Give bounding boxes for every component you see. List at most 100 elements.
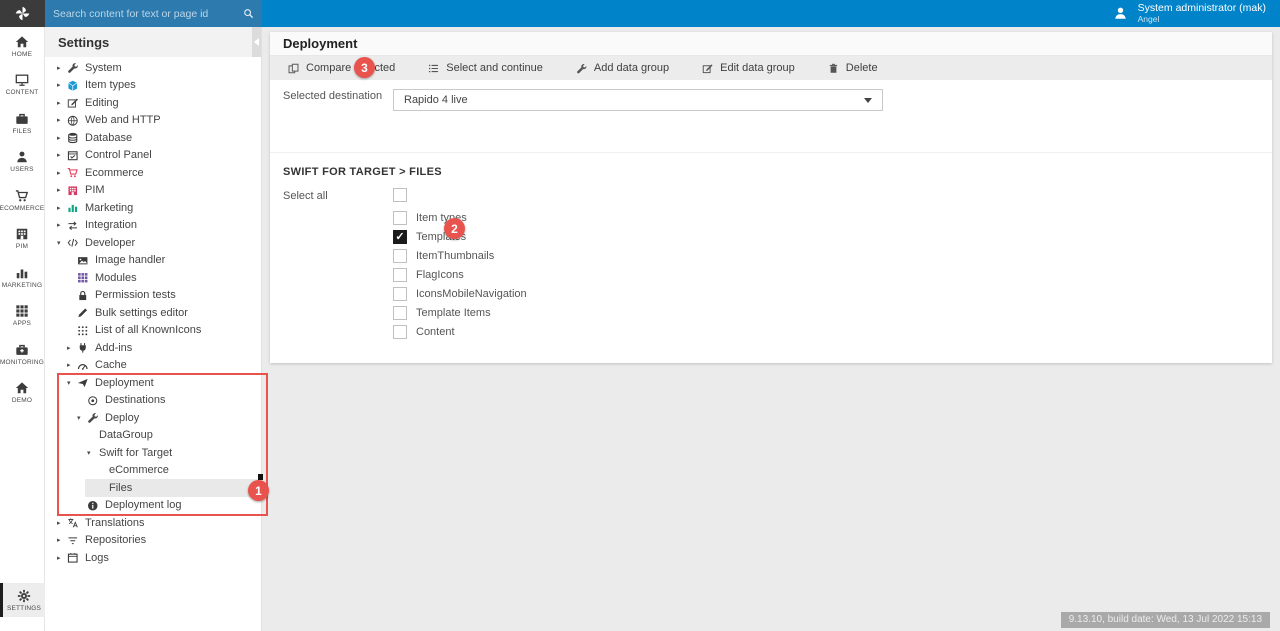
chevron-collapsed-icon[interactable]: ▸ — [57, 81, 67, 89]
tree-item-permission-tests[interactable]: Permission tests — [45, 287, 261, 305]
chevron-collapsed-icon[interactable]: ▸ — [57, 519, 67, 527]
tree-item-image-handler[interactable]: Image handler — [45, 252, 261, 270]
tree-item-datagroup[interactable]: DataGroup — [45, 427, 261, 445]
filter-icon — [67, 535, 83, 547]
sidebar-item-content[interactable]: CONTENT — [0, 66, 44, 105]
select-and-continue-button[interactable]: Select and continue — [428, 62, 543, 74]
tree-item-pim[interactable]: ▸ PIM — [45, 182, 261, 200]
sidebar-item-users[interactable]: USERS — [0, 143, 44, 182]
tree-item-marketing[interactable]: ▸ Marketing — [45, 199, 261, 217]
tree-item-system[interactable]: ▸ System — [45, 59, 261, 77]
tree-item-control-panel[interactable]: ▸ Control Panel — [45, 147, 261, 165]
tree-item-label: Cache — [95, 359, 127, 371]
compare-selected-button[interactable]: Compare selected — [288, 62, 395, 74]
tree-item-add-ins[interactable]: ▸ Add-ins — [45, 339, 261, 357]
chevron-collapsed-icon[interactable]: ▸ — [57, 204, 67, 212]
sidebar-item-monitoring[interactable]: MONITORING — [0, 335, 44, 374]
chevron-expanded-icon[interactable]: ▾ — [77, 414, 87, 422]
chevron-collapsed-icon[interactable]: ▸ — [57, 186, 67, 194]
tree-item-bulk-settings-editor[interactable]: Bulk settings editor — [45, 304, 261, 322]
checkbox-template-items[interactable] — [393, 306, 407, 320]
panel-collapse-handle[interactable] — [252, 27, 261, 57]
chevron-collapsed-icon[interactable]: ▸ — [67, 344, 77, 352]
search-icon[interactable] — [243, 8, 254, 19]
version-info: 9.13.10, build date: Wed, 13 Jul 2022 15… — [1061, 612, 1270, 628]
chevron-collapsed-icon[interactable]: ▸ — [57, 536, 67, 544]
tree-item-label: Deployment log — [105, 499, 181, 511]
tree-item-database[interactable]: ▸ Database — [45, 129, 261, 147]
chevron-collapsed-icon[interactable]: ▸ — [57, 64, 67, 72]
tree-item-label: Ecommerce — [85, 167, 144, 179]
toolbar: Compare selected Select and continue Add… — [270, 56, 1272, 80]
checkbox-templates[interactable]: ✓ — [393, 230, 407, 244]
chevron-collapsed-icon[interactable]: ▸ — [57, 116, 67, 124]
tree-item-destinations[interactable]: Destinations — [45, 392, 261, 410]
select-all-checkbox[interactable] — [393, 188, 407, 202]
chevron-expanded-icon[interactable]: ▾ — [57, 239, 67, 247]
database-icon — [67, 132, 83, 144]
checkbox-flagicons[interactable] — [393, 268, 407, 282]
checkbox-content[interactable] — [393, 325, 407, 339]
tree-item-editing[interactable]: ▸ Editing — [45, 94, 261, 112]
add-data-group-button[interactable]: Add data group — [576, 62, 669, 74]
tree-item-deployment-log[interactable]: Deployment log — [45, 497, 261, 515]
tree-item-label: Swift for Target — [99, 447, 172, 459]
chevron-expanded-icon[interactable]: ▾ — [87, 449, 97, 457]
checkbox-row-content: Content — [393, 322, 527, 341]
tree-item-list-of-all-knownicons[interactable]: List of all KnownIcons — [45, 322, 261, 340]
tree-item-item-types[interactable]: ▸ Item types — [45, 77, 261, 95]
checkbox-itemthumbnails[interactable] — [393, 249, 407, 263]
tree-item-logs[interactable]: ▸ Logs — [45, 549, 261, 567]
deployment-panel: Deployment Compare selected Select and c… — [270, 32, 1272, 363]
sidebar-item-home[interactable]: HOME — [0, 27, 44, 66]
delete-button[interactable]: Delete — [828, 62, 878, 74]
chevron-collapsed-icon[interactable]: ▸ — [57, 134, 67, 142]
destination-select[interactable]: Rapido 4 live — [393, 89, 883, 111]
sidebar-item-files[interactable]: FILES — [0, 104, 44, 143]
cube-icon — [67, 80, 83, 92]
toolbar-button-label: Compare selected — [306, 62, 395, 74]
search-input[interactable] — [53, 8, 243, 20]
section-title: SWIFT FOR TARGET > FILES — [283, 166, 442, 178]
tree-item-deployment[interactable]: ▾ Deployment — [45, 374, 261, 392]
checkbox-item-types[interactable] — [393, 211, 407, 225]
tree-item-modules[interactable]: Modules — [45, 269, 261, 287]
cart-icon — [67, 167, 83, 179]
user-menu[interactable]: System administrator (mak) Angel — [1113, 0, 1266, 27]
building-icon — [15, 227, 29, 241]
tree-item-label: Image handler — [95, 254, 165, 266]
sidebar-item-ecommerce[interactable]: ECOMMERCE — [0, 181, 44, 220]
tree-item-web-and-http[interactable]: ▸ Web and HTTP — [45, 112, 261, 130]
chevron-collapsed-icon[interactable]: ▸ — [57, 169, 67, 177]
tree-item-files[interactable]: Files — [45, 479, 261, 497]
chevron-collapsed-icon[interactable]: ▸ — [57, 151, 67, 159]
chevron-collapsed-icon[interactable]: ▸ — [57, 99, 67, 107]
tree-item-swift-for-target[interactable]: ▾ Swift for Target — [45, 444, 261, 462]
tree-item-repositories[interactable]: ▸ Repositories — [45, 532, 261, 550]
sidebar-item-demo[interactable]: DEMO — [0, 374, 44, 413]
arrows-icon — [67, 220, 83, 232]
tree-item-deploy[interactable]: ▾ Deploy — [45, 409, 261, 427]
sidebar-item-label: CONTENT — [6, 89, 39, 96]
tree-item-ecommerce[interactable]: ▸ Ecommerce — [45, 164, 261, 182]
sidebar-item-label: MARKETING — [2, 282, 42, 289]
chevron-collapsed-icon[interactable]: ▸ — [57, 221, 67, 229]
sidebar-item-apps[interactable]: APPS — [0, 297, 44, 336]
tree-item-integration[interactable]: ▸ Integration — [45, 217, 261, 235]
chevron-collapsed-icon[interactable]: ▸ — [67, 361, 77, 369]
sidebar-item-marketing[interactable]: MARKETING — [0, 258, 44, 297]
chevron-expanded-icon[interactable]: ▾ — [67, 379, 77, 387]
tree-item-ecommerce[interactable]: eCommerce — [45, 462, 261, 480]
settings-tree: ▸ System ▸ Item types ▸ Editing ▸ Web an… — [45, 57, 261, 567]
tree-item-developer[interactable]: ▾ Developer — [45, 234, 261, 252]
app-logo[interactable] — [0, 0, 45, 27]
sidebar-item-label: PIM — [16, 243, 28, 250]
checkbox-iconsmobilenavigation[interactable] — [393, 287, 407, 301]
sidebar-item-settings[interactable]: SETTINGS — [0, 583, 45, 617]
tree-item-translations[interactable]: ▸ Translations — [45, 514, 261, 532]
edit-data-group-button[interactable]: Edit data group — [702, 62, 795, 74]
module-sidebar: HOME CONTENT FILES USERS ECOMMERCE PIM M… — [0, 27, 45, 631]
tree-item-cache[interactable]: ▸ Cache — [45, 357, 261, 375]
chevron-collapsed-icon[interactable]: ▸ — [57, 554, 67, 562]
sidebar-item-pim[interactable]: PIM — [0, 220, 44, 259]
